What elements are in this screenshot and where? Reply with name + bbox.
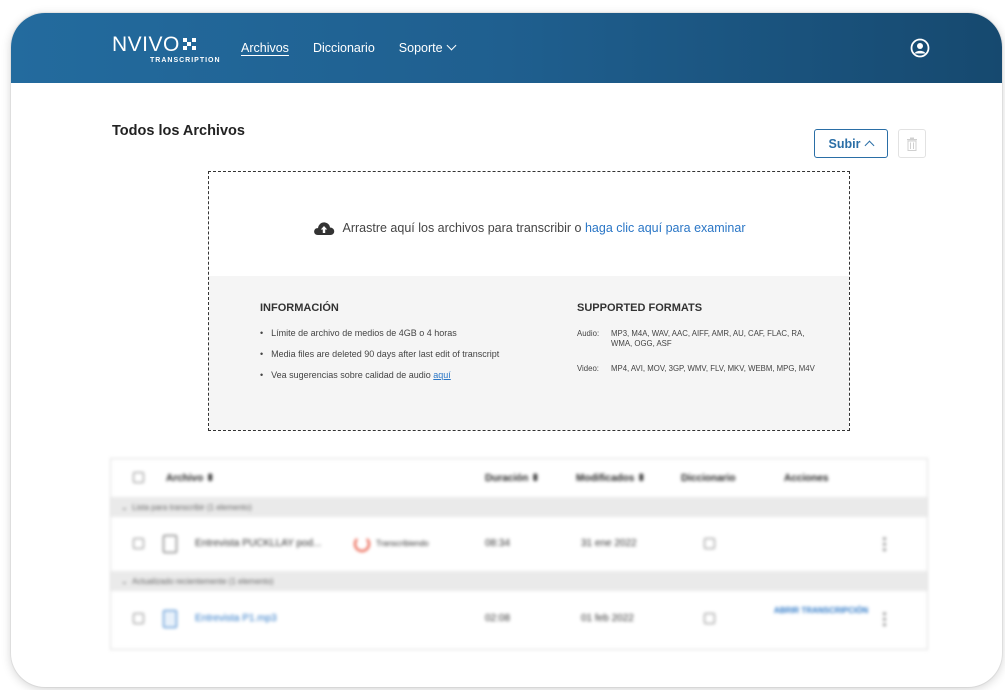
audio-formats: Audio: MP3, M4A, WAV, AAC, AIFF, AMR, AU… — [577, 329, 821, 349]
group-header[interactable]: ⌄ Actualizado recientemente (1 elemento) — [111, 571, 927, 591]
top-navigation-bar: NVIVO TRANSCRIPTION Archivos Diccionario… — [11, 13, 1002, 83]
info-item-retention: Media files are deleted 90 days after la… — [260, 349, 499, 359]
column-archivo[interactable]: Archivo ⬍ — [166, 473, 214, 484]
info-heading: INFORMACIÓN — [260, 302, 339, 314]
files-table: Archivo ⬍ Duración ⬍ Modificados ⬍ Dicci… — [110, 458, 928, 650]
nav-soporte[interactable]: Soporte — [398, 40, 457, 55]
audio-formats-list: MP3, M4A, WAV, AAC, AIFF, AMR, AU, CAF, … — [611, 329, 805, 348]
page-title: Todos los Archivos — [112, 123, 245, 139]
chevron-down-icon — [446, 40, 457, 51]
app-window: NVIVO TRANSCRIPTION Archivos Diccionario… — [11, 13, 1002, 687]
file-audio-icon — [163, 535, 177, 553]
table-header: Archivo ⬍ Duración ⬍ Modificados ⬍ Dicci… — [111, 459, 927, 497]
upload-dropzone[interactable]: Arrastre aquí los archivos para transcri… — [208, 171, 850, 431]
row-checkbox[interactable] — [133, 613, 144, 624]
column-duracion-label: Duración — [485, 472, 529, 484]
upload-button-label: Subir — [828, 136, 861, 151]
file-name[interactable]: Entrevista P1.mp3 — [195, 613, 277, 624]
open-transcript-button[interactable]: ABRIR TRANSCRIPCIÓN — [771, 605, 871, 617]
file-modified: 01 feb 2022 — [581, 613, 634, 624]
upload-button[interactable]: Subir — [814, 129, 888, 158]
video-formats-list: MP4, AVI, MOV, 3GP, WMV, FLV, MKV, WEBM,… — [611, 364, 815, 373]
nvivo-logo[interactable]: NVIVO TRANSCRIPTION — [112, 33, 221, 64]
formats-heading: SUPPORTED FORMATS — [577, 302, 703, 314]
dropzone-prompt: Arrastre aquí los archivos para transcri… — [209, 220, 849, 236]
column-archivo-label: Archivo — [166, 472, 204, 484]
row-checkbox[interactable] — [133, 538, 144, 549]
more-options-icon[interactable] — [883, 536, 886, 552]
user-account-icon[interactable] — [910, 38, 930, 58]
file-duration: 02:08 — [485, 613, 511, 624]
column-modificados-label: Modificados — [576, 472, 635, 484]
file-modified: 31 ene 2022 — [581, 538, 637, 549]
nav-soporte-label: Soporte — [398, 41, 443, 55]
chevron-down-icon: ⌄ — [121, 576, 133, 586]
info-item-audio-quality: Vea sugerencias sobre calidad de audio a… — [260, 370, 499, 380]
trash-icon — [907, 137, 917, 151]
file-audio-icon — [163, 610, 177, 628]
table-row[interactable]: Entrevista PUCKLLAY pod... Transcribiend… — [111, 517, 927, 571]
audio-quality-link[interactable]: aquí — [433, 370, 451, 380]
table-row[interactable]: Entrevista P1.mp3 02:08 01 feb 2022 ABRI… — [111, 591, 927, 647]
video-formats: Video: MP4, AVI, MOV, 3GP, WMV, FLV, MKV… — [577, 364, 821, 374]
dropzone-prompt-text: Arrastre aquí los archivos para transcri… — [342, 221, 585, 235]
chevron-up-icon — [865, 140, 875, 151]
group-label: Lista para transcribir (1 elemento) — [132, 502, 252, 512]
dictionary-checkbox[interactable] — [704, 613, 715, 624]
column-diccionario: Diccionario — [681, 472, 736, 484]
group-label: Actualizado recientemente (1 elemento) — [132, 576, 274, 586]
file-status: Transcribiendo — [376, 539, 429, 548]
column-acciones: Acciones — [784, 472, 829, 484]
column-duracion[interactable]: Duración ⬍ — [485, 473, 540, 484]
file-duration: 08:34 — [485, 538, 511, 549]
more-options-icon[interactable] — [883, 611, 886, 627]
select-all-checkbox[interactable] — [133, 472, 144, 483]
column-modificados[interactable]: Modificados ⬍ — [576, 473, 646, 484]
file-name[interactable]: Entrevista PUCKLLAY pod... — [195, 538, 321, 549]
main-nav: Archivos Diccionario Soporte — [241, 40, 457, 55]
info-panel: INFORMACIÓN Límite de archivo de medios … — [209, 276, 849, 430]
delete-button[interactable] — [898, 129, 926, 158]
dictionary-checkbox[interactable] — [704, 538, 715, 549]
chevron-down-icon: ⌄ — [121, 502, 133, 512]
browse-files-link[interactable]: haga clic aquí para examinar — [585, 221, 746, 235]
nav-archivos[interactable]: Archivos — [241, 41, 289, 55]
logo-subtitle: TRANSCRIPTION — [150, 57, 221, 64]
logo-dots-icon — [182, 37, 199, 51]
info-item-size-limit: Límite de archivo de medios de 4GB o 4 h… — [260, 328, 499, 338]
audio-label: Audio: — [577, 329, 600, 338]
group-header[interactable]: ⌄ Lista para transcribir (1 elemento) — [111, 497, 927, 517]
logo-text: NVIVO — [112, 33, 180, 56]
video-label: Video: — [577, 364, 599, 373]
nav-diccionario[interactable]: Diccionario — [313, 41, 375, 55]
cloud-upload-icon — [313, 222, 334, 235]
loading-spinner-icon — [354, 536, 370, 552]
info-item-audio-quality-text: Vea sugerencias sobre calidad de audio — [271, 370, 434, 380]
info-list: Límite de archivo de medios de 4GB o 4 h… — [260, 328, 499, 391]
